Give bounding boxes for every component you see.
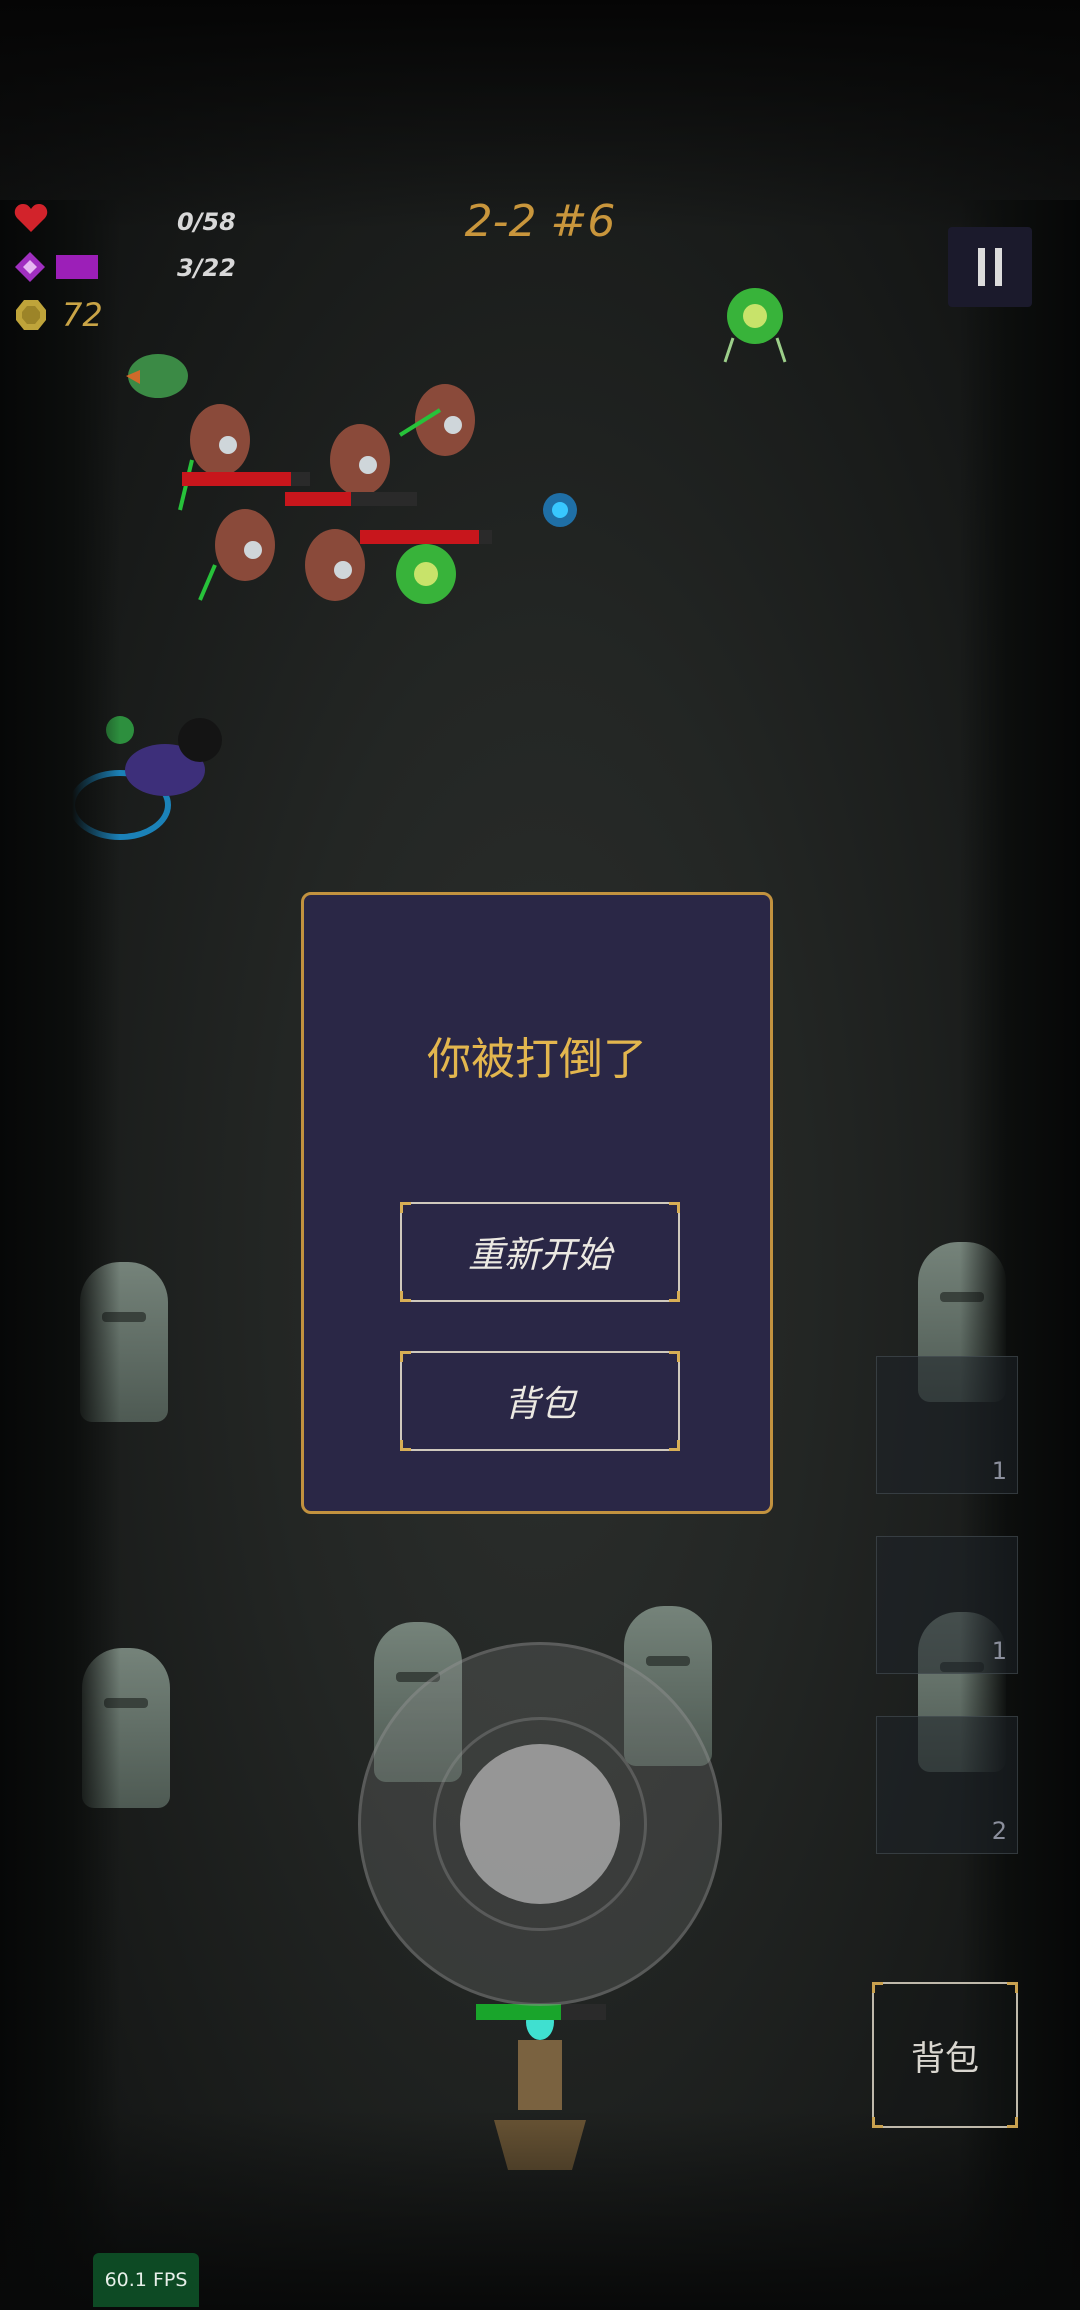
corner-decoration (669, 1291, 680, 1302)
enemy-health-fill (182, 472, 291, 486)
goblin-enemy (126, 354, 188, 398)
corner-decoration (669, 1351, 680, 1362)
corner-decoration (872, 1982, 883, 1993)
enemy-health-bar (360, 530, 492, 544)
blue-portal (543, 493, 577, 527)
diamond-icon (15, 252, 45, 282)
corner-decoration (1007, 2117, 1018, 2128)
forest-edge-left (0, 200, 120, 2310)
game-screen: 0/58 3/22 72 2-2 #6 1 1 2 背包 你被打倒了 重新开始 … (0, 0, 1080, 2310)
joystick-knob[interactable] (460, 1744, 620, 1904)
enemy-health-fill (360, 530, 479, 544)
slot-count: 2 (991, 1817, 1007, 1845)
restart-button-label: 重新开始 (467, 1235, 612, 1276)
defeat-dialog: 你被打倒了 重新开始 背包 (301, 892, 773, 1514)
slot-count: 1 (991, 1457, 1007, 1485)
coin-icon (16, 300, 46, 330)
corner-decoration (400, 1202, 411, 1213)
corner-decoration (669, 1202, 680, 1213)
bag-button-label: 背包 (911, 2038, 979, 2079)
restart-button[interactable]: 重新开始 (400, 1202, 680, 1302)
player-health-bar (476, 2004, 606, 2020)
pause-button[interactable] (948, 227, 1032, 307)
mana-text: 3/22 (177, 254, 236, 282)
enemy-health-fill (285, 492, 351, 506)
bag-button[interactable]: 背包 (872, 1982, 1018, 2128)
dialog-bag-button-label: 背包 (503, 1384, 576, 1425)
quick-slot[interactable]: 1 (876, 1356, 1018, 1494)
corner-decoration (669, 1440, 680, 1451)
gold-indicator: 72 (14, 296, 103, 334)
mana-bar (56, 255, 98, 279)
mana-indicator (14, 251, 98, 283)
level-label: 2-2 #6 (464, 196, 616, 247)
corner-decoration (872, 2117, 883, 2128)
enemy-health-bar (182, 472, 310, 486)
gold-value: 72 (62, 296, 103, 334)
quick-slot[interactable]: 2 (876, 1716, 1018, 1854)
dialog-bag-button[interactable]: 背包 (400, 1351, 680, 1451)
pause-icon (978, 248, 985, 286)
corner-decoration (400, 1291, 411, 1302)
corner-decoration (1007, 1982, 1018, 1993)
quick-slot[interactable]: 1 (876, 1536, 1018, 1674)
slot-count: 1 (991, 1637, 1007, 1665)
enemy-health-bar (285, 492, 417, 506)
fps-counter: 60.1 FPS (93, 2253, 199, 2307)
virtual-joystick[interactable] (358, 1642, 722, 2006)
corner-decoration (400, 1351, 411, 1362)
pause-icon (995, 248, 1002, 286)
dialog-title: 你被打倒了 (427, 1034, 647, 1085)
corner-decoration (400, 1440, 411, 1451)
player-health-fill (476, 2004, 561, 2020)
green-spore-enemy (723, 288, 787, 363)
